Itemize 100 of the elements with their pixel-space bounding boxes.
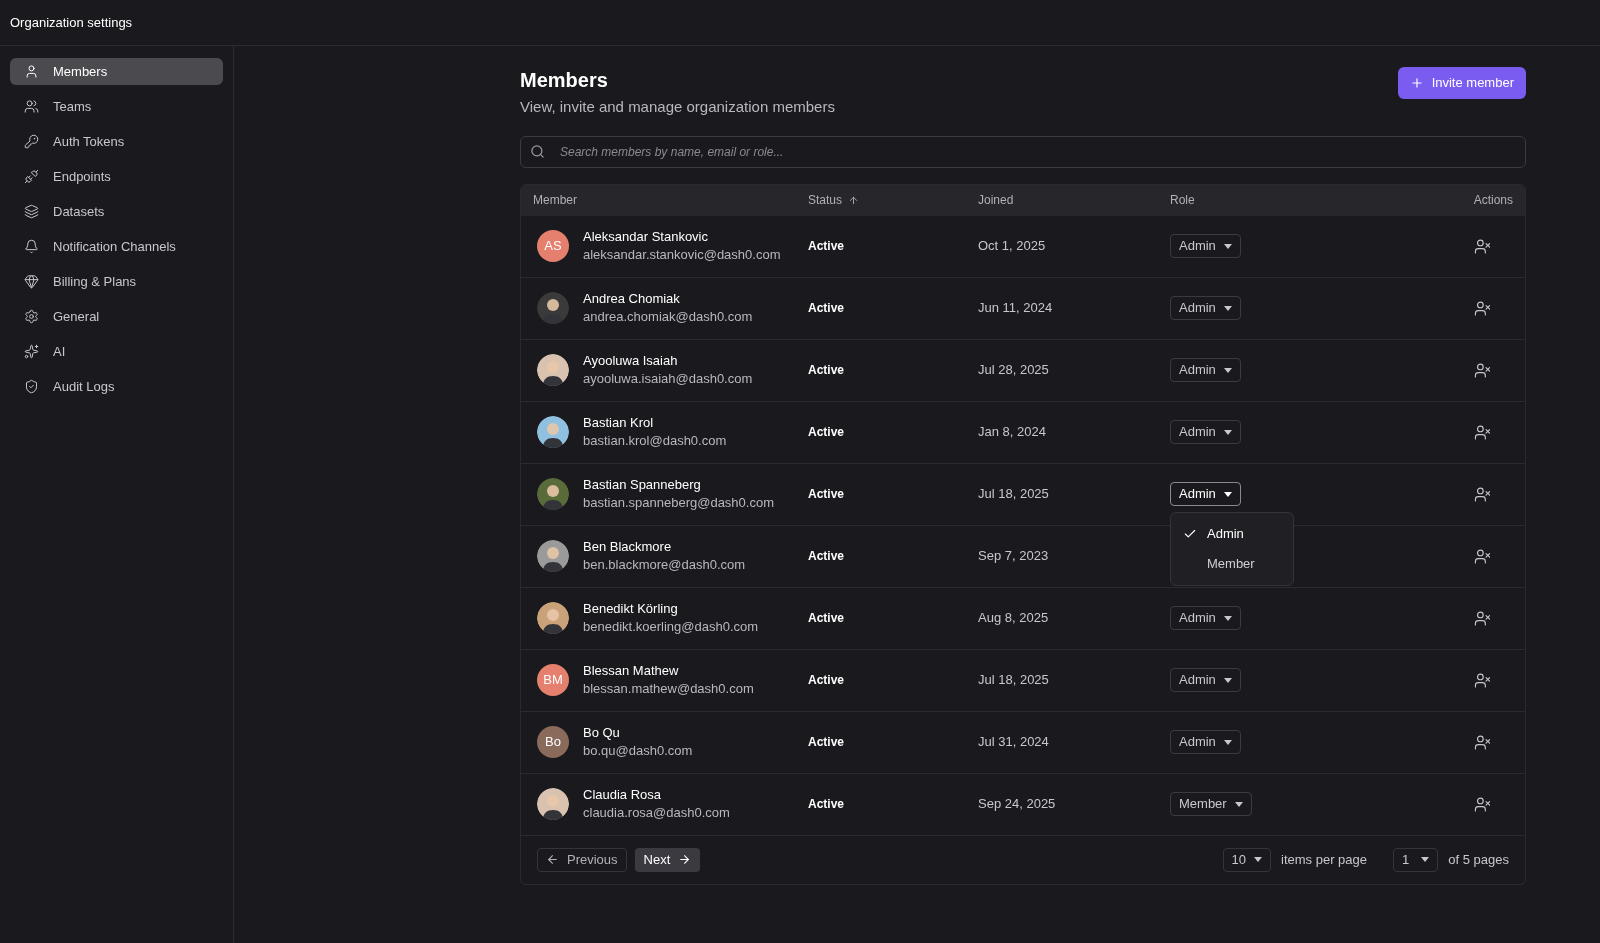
member-email: andrea.chomiak@dash0.com — [583, 308, 753, 326]
joined-date: Jul 18, 2025 — [978, 486, 1049, 502]
avatar: BM — [537, 664, 569, 696]
member-name: Aleksandar Stankovic — [583, 228, 709, 246]
joined-date: Jul 28, 2025 — [978, 362, 1049, 378]
bell-icon — [24, 239, 39, 254]
member-name: Ben Blackmore — [583, 538, 673, 556]
sidebar-item[interactable]: Auth Tokens — [10, 128, 223, 155]
user-icon — [24, 64, 39, 79]
gem-icon — [24, 274, 39, 289]
users-icon — [24, 99, 39, 114]
role-select[interactable]: Admin — [1170, 482, 1241, 506]
member-name: Blessan Mathew — [583, 662, 680, 680]
sidebar-item[interactable]: Billing & Plans — [10, 268, 223, 295]
arrow-right-icon — [678, 853, 692, 866]
avatar: AS — [537, 230, 569, 262]
member-name: Ayooluwa Isaiah — [583, 352, 679, 370]
status-text: Active — [808, 425, 845, 440]
member-email: claudia.rosa@dash0.com — [583, 804, 730, 822]
role-select[interactable]: Admin — [1170, 606, 1241, 630]
key-icon — [24, 134, 39, 149]
sidebar-item[interactable]: AI — [10, 338, 223, 365]
joined-date: Jun 11, 2024 — [978, 300, 1053, 316]
role-select[interactable]: Admin — [1170, 234, 1241, 258]
page-count-label: of 5 pages — [1448, 850, 1509, 869]
role-select[interactable]: Admin — [1170, 668, 1241, 692]
status-text: Active — [808, 673, 845, 688]
caret-icon — [1223, 739, 1232, 745]
role-select[interactable]: Member — [1170, 792, 1252, 816]
layers-icon — [24, 204, 39, 219]
column-header: Role — [1170, 192, 1195, 209]
check-icon — [1183, 527, 1197, 541]
member-email: ben.blackmore@dash0.com — [583, 556, 746, 574]
page-size-select[interactable]: 10 — [1222, 847, 1272, 872]
joined-date: Oct 1, 2025 — [978, 238, 1046, 254]
avatar: Bo — [537, 726, 569, 758]
member-name: Claudia Rosa — [583, 786, 663, 804]
column-header: Actions — [1473, 192, 1513, 209]
search-icon — [530, 143, 545, 159]
member-name: Benedikt Körling — [583, 600, 679, 618]
member-name: Bastian Krol — [583, 414, 655, 432]
member-email: bastian.spanneberg@dash0.com — [583, 494, 774, 512]
member-email: bo.qu@dash0.com — [583, 742, 693, 760]
sidebar-item[interactable]: Notification Channels — [10, 233, 223, 260]
section-title: Members — [520, 68, 609, 93]
member-email: blessan.mathew@dash0.com — [583, 680, 754, 698]
sidebar-item[interactable]: Endpoints — [10, 163, 223, 190]
plug-icon — [24, 169, 39, 184]
sidebar-item[interactable]: Teams — [10, 93, 223, 120]
caret-icon — [1223, 491, 1232, 497]
page-title: Organization settings — [10, 13, 133, 32]
sparkles-icon — [24, 344, 39, 359]
role-select[interactable]: Admin — [1170, 420, 1241, 444]
joined-date: Sep 24, 2025 — [978, 796, 1056, 812]
page-select[interactable]: 1 — [1393, 847, 1439, 872]
caret-icon — [1223, 243, 1232, 249]
sidebar-item[interactable]: Datasets — [10, 198, 223, 225]
plus-icon — [1409, 76, 1424, 90]
status-text: Active — [808, 735, 845, 750]
caret-icon — [1223, 367, 1232, 373]
joined-date: Jul 31, 2024 — [978, 734, 1049, 750]
caret-icon — [1223, 677, 1232, 683]
caret-icon — [1234, 801, 1243, 807]
search-field[interactable]: Search members by name, email or role... — [520, 135, 1526, 168]
caret-icon — [1223, 305, 1232, 311]
column-header: Joined — [978, 192, 1014, 209]
page-size-label: items per page — [1281, 850, 1368, 869]
status-text: Active — [808, 611, 845, 626]
settings-icon — [24, 309, 39, 324]
sidebar-item[interactable]: Members — [10, 58, 223, 85]
role-select[interactable]: Admin — [1170, 730, 1241, 754]
status-text: Active — [808, 239, 845, 254]
role-select[interactable]: Admin — [1170, 296, 1241, 320]
sidebar-item[interactable]: Audit Logs — [10, 373, 223, 400]
invite-member-button[interactable]: Invite member — [1397, 67, 1526, 99]
status-text: Active — [808, 487, 845, 502]
caret-icon — [1421, 857, 1430, 862]
joined-date: Sep 7, 2023 — [978, 548, 1049, 564]
caret-icon — [1223, 429, 1232, 435]
joined-date: Jan 8, 2024 — [978, 424, 1046, 440]
caret-icon — [1223, 615, 1232, 621]
member-email: aleksandar.stankovic@dash0.com — [583, 246, 781, 264]
member-name: Bastian Spanneberg — [583, 476, 702, 494]
joined-date: Jul 18, 2025 — [978, 672, 1049, 688]
role-select[interactable]: Admin — [1170, 358, 1241, 382]
member-email: benedikt.koerling@dash0.com — [583, 618, 759, 636]
status-text: Active — [808, 363, 845, 378]
menu-item[interactable]: Member — [1171, 549, 1293, 579]
menu-item[interactable]: Admin — [1171, 519, 1293, 549]
member-email: ayooluwa.isaiah@dash0.com — [583, 370, 753, 388]
shield-icon — [24, 379, 39, 394]
status-text: Active — [808, 549, 845, 564]
status-text: Active — [808, 301, 845, 316]
column-header: Status — [808, 192, 843, 209]
sidebar-item[interactable]: General — [10, 303, 223, 330]
section-subtitle: View, invite and manage organization members — [520, 97, 835, 117]
column-header: Member — [533, 192, 577, 209]
next-button[interactable]: Next — [634, 847, 701, 872]
status-text: Active — [808, 797, 845, 812]
joined-date: Aug 8, 2025 — [978, 610, 1049, 626]
